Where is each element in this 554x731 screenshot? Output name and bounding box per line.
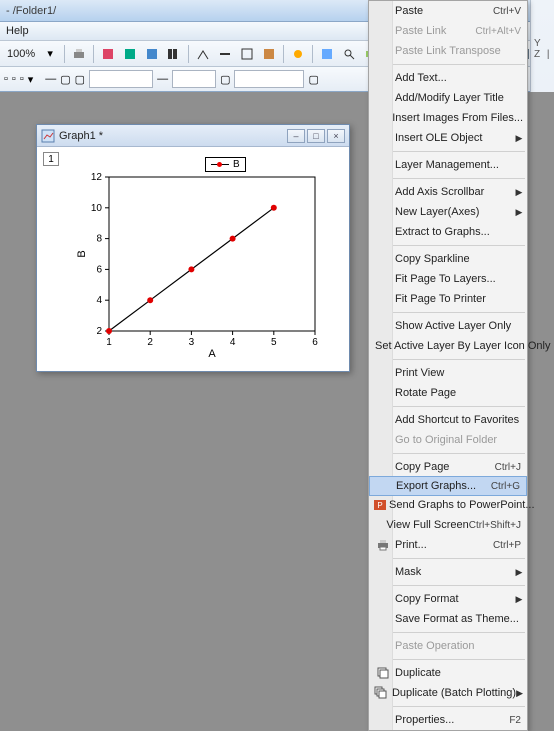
ctx-set-active[interactable]: Set Active Layer By Layer Icon Only [369, 336, 527, 356]
minimize-button[interactable]: – [287, 129, 305, 143]
svg-text:2: 2 [96, 326, 102, 337]
ctx-paste-link-transpose: Paste Link Transpose [369, 41, 527, 61]
ctx-print-view[interactable]: Print View [369, 363, 527, 383]
tool-icon-5[interactable] [193, 44, 213, 64]
ctx-view-full[interactable]: View Full ScreenCtrl+Shift+J [369, 515, 527, 535]
ctx-show-active[interactable]: Show Active Layer Only [369, 316, 527, 336]
close-button[interactable]: × [327, 129, 345, 143]
legend-marker-icon [211, 164, 229, 165]
graph-body[interactable]: 1 12345624681012AB B [37, 147, 349, 371]
format-icon-8[interactable]: ▢ [220, 73, 230, 86]
format-icon-9[interactable]: ▢ [308, 73, 318, 86]
ctx-fit-printer[interactable]: Fit Page To Printer [369, 289, 527, 309]
print-icon[interactable] [69, 44, 89, 64]
combo-3[interactable] [234, 70, 304, 88]
ctx-duplicate[interactable]: Duplicate [369, 663, 527, 683]
svg-text:1: 1 [106, 337, 112, 348]
ctx-extract[interactable]: Extract to Graphs... [369, 222, 527, 242]
window-title: - /Folder1/ [6, 5, 56, 17]
ctx-add-axis-scrollbar[interactable]: Add Axis Scrollbar▶ [369, 182, 527, 202]
legend[interactable]: B [205, 157, 246, 172]
ctx-add-shortcut[interactable]: Add Shortcut to Favorites [369, 410, 527, 430]
ctx-copy-page[interactable]: Copy PageCtrl+J [369, 457, 527, 477]
ctx-send-ppt[interactable]: PSend Graphs to PowerPoint... [369, 495, 527, 515]
tool-icon-4[interactable] [164, 44, 184, 64]
dropdown-icon[interactable]: ▾ [28, 73, 34, 86]
graph-window-titlebar[interactable]: Graph1 * – □ × [37, 125, 349, 147]
duplicate-batch-icon [373, 686, 390, 700]
ctx-add-text[interactable]: Add Text... [369, 68, 527, 88]
context-menu[interactable]: PasteCtrl+V Paste LinkCtrl+Alt+V Paste L… [368, 0, 528, 731]
svg-text:B: B [76, 250, 88, 257]
ctx-paste[interactable]: PasteCtrl+V [369, 1, 527, 21]
svg-text:10: 10 [91, 203, 103, 214]
combo-1[interactable] [89, 70, 153, 88]
ctx-go-original: Go to Original Folder [369, 430, 527, 450]
tool-icon-7[interactable] [237, 44, 257, 64]
tool-icon-9[interactable] [288, 44, 308, 64]
legend-label: B [233, 159, 240, 170]
format-icon-2[interactable]: ▫ [12, 73, 16, 85]
svg-text:6: 6 [96, 264, 102, 275]
plot-area[interactable]: 12345624681012AB [75, 169, 325, 359]
tool-icon-1[interactable] [98, 44, 118, 64]
svg-text:12: 12 [91, 172, 103, 183]
printer-icon [373, 538, 393, 552]
tool-icon-6[interactable] [215, 44, 235, 64]
ctx-paste-operation: Paste Operation [369, 636, 527, 656]
ctx-new-layer[interactable]: New Layer(Axes)▶ [369, 202, 527, 222]
svg-text:5: 5 [271, 337, 277, 348]
format-icon-5[interactable]: ▢ [60, 73, 70, 86]
ctx-copy-sparkline[interactable]: Copy Sparkline [369, 249, 527, 269]
maximize-button[interactable]: □ [307, 129, 325, 143]
ctx-rotate[interactable]: Rotate Page [369, 383, 527, 403]
tool-icon-3[interactable] [142, 44, 162, 64]
menu-help[interactable]: Help [6, 25, 29, 37]
svg-text:2: 2 [147, 337, 153, 348]
chart: 12345624681012AB [75, 169, 325, 359]
zoom-level[interactable]: 100% [4, 47, 38, 61]
svg-text:6: 6 [312, 337, 318, 348]
format-icon-1[interactable]: ▫ [4, 73, 8, 85]
ctx-save-theme[interactable]: Save Format as Theme... [369, 609, 527, 629]
powerpoint-icon: P [373, 498, 387, 512]
ctx-properties[interactable]: Properties...F2 [369, 710, 527, 730]
ctx-layer-mgmt[interactable]: Layer Management... [369, 155, 527, 175]
ctx-insert-ole[interactable]: Insert OLE Object▶ [369, 128, 527, 148]
svg-text:P: P [377, 501, 382, 510]
svg-text:8: 8 [96, 234, 102, 245]
ctx-paste-link: Paste LinkCtrl+Alt+V [369, 21, 527, 41]
format-icon-6[interactable]: ▢ [75, 73, 85, 86]
tool-icon-8[interactable] [259, 44, 279, 64]
ctx-insert-images[interactable]: Insert Images From Files... [369, 108, 527, 128]
ctx-layer-title[interactable]: Add/Modify Layer Title [369, 88, 527, 108]
ctx-mask[interactable]: Mask▶ [369, 562, 527, 582]
tool-icon-11[interactable] [339, 44, 359, 64]
format-icon-7[interactable]: — [157, 73, 168, 85]
tool-icon-10[interactable] [317, 44, 337, 64]
format-icon-3[interactable]: ▫ [20, 73, 24, 85]
svg-text:A: A [208, 348, 216, 359]
graph-window-icon [41, 129, 55, 143]
ctx-print[interactable]: Print...Ctrl+P [369, 535, 527, 555]
format-icon-4[interactable]: — [45, 73, 56, 85]
ctx-export-graphs[interactable]: Export Graphs...Ctrl+G [369, 476, 527, 496]
layer-badge[interactable]: 1 [43, 152, 59, 166]
combo-2[interactable] [172, 70, 216, 88]
tool-icon-2[interactable] [120, 44, 140, 64]
svg-text:4: 4 [230, 337, 236, 348]
ctx-duplicate-batch[interactable]: Duplicate (Batch Plotting)▶ [369, 683, 527, 703]
zoom-dropdown-icon[interactable]: ▾ [40, 44, 60, 64]
ctx-fit-layers[interactable]: Fit Page To Layers... [369, 269, 527, 289]
svg-text:3: 3 [189, 337, 195, 348]
graph-window[interactable]: Graph1 * – □ × 1 12345624681012AB B [36, 124, 350, 372]
duplicate-icon [373, 666, 393, 680]
ctx-copy-format[interactable]: Copy Format▶ [369, 589, 527, 609]
right-letters: Y Z | [534, 38, 554, 60]
svg-text:4: 4 [96, 295, 102, 306]
graph-window-title: Graph1 * [59, 130, 103, 142]
